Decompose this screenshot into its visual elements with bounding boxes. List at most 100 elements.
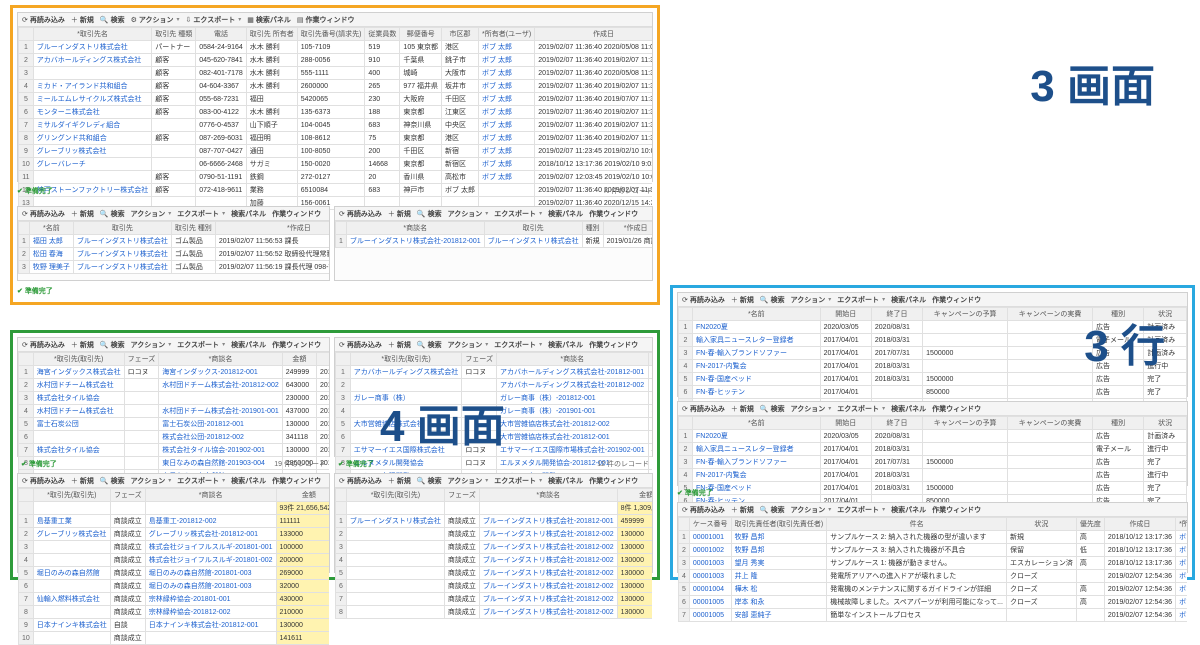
col-header[interactable]: 金額 [276,489,329,502]
col-header[interactable]: 従業員数 [365,28,400,41]
table-row[interactable]: 3商談成立株式会社ジョイフルスルギ-201801-0011000002018/0… [19,541,330,554]
col-header[interactable]: 件名 [827,518,1007,531]
search-btn[interactable]: 🔍 検索 [417,340,442,350]
table-row[interactable]: 6商談成立堀日のみの森自然館-201801-003320002019/01/02 [19,580,330,593]
col-header[interactable]: 種別 [582,222,603,235]
col-header[interactable]: *取引先(取引先) [33,489,110,502]
table-row[interactable]: 2輸入家具ニュースレター登録者2017/04/012018/03/31電子メール… [679,443,1187,456]
col-header[interactable] [19,28,34,41]
table-row[interactable]: 8商談成立宗林緑枠協会-201812-0022100002019/03/01 [19,606,330,619]
new-btn[interactable]: ＋ 新規 [388,209,411,219]
export-menu[interactable]: エクスポート [837,404,885,414]
new-btn[interactable]: ＋ 新規 [731,404,754,414]
action-menu[interactable]: ⚙ アクション [131,15,180,25]
win-btn[interactable]: 作業ウィンドウ [272,476,321,486]
reload-btn[interactable]: ⟳ 再読み込み [339,209,382,219]
table-row[interactable]: 600001005岸本 和永機械故障しました。スペアパーツが利用可能になって..… [679,596,1188,609]
col-header[interactable]: *取引先名 [33,28,151,41]
table-row[interactable]: 3顧客082-401-7178水木 勝利555-1111400城崎大阪市ボブ 太… [19,67,653,80]
col-header[interactable]: 種別 [1093,417,1144,430]
table-row[interactable]: 11顧客0790-51-1191鉄鋼272-012720香川県高松市ボブ 太郎2… [19,171,653,184]
reload-btn[interactable]: ⟳ 再読み込み [339,476,382,486]
col-header[interactable]: 終了日 [871,417,922,430]
table-row[interactable]: 8グリングンド共和組合顧客087-269-6031福田明108-861275東京… [19,132,653,145]
search-btn[interactable]: 🔍 検索 [760,404,785,414]
search-btn[interactable]: 🔍 検索 [760,295,785,305]
table-row[interactable]: 7商談成立ブルーインダストリ株式会社-201812-0021300002019/… [336,593,653,606]
col-header[interactable]: 取引先責任者(取引先責任者) [731,518,827,531]
table-row[interactable]: 5富士石炭公団富士石炭公団-201812-0011300002018/01/26 [19,418,330,431]
win-btn[interactable]: 作業ウィンドウ [589,340,638,350]
table-row[interactable]: 6株式会社公団-201812-0023411182019/03/15 [19,431,330,444]
table-row[interactable]: 4商談成立株式会社ジョイフルスルギ-201801-0022000002019/0… [19,554,330,567]
col-header[interactable]: *取引先(取引先) [346,489,444,502]
action-menu[interactable]: アクション [131,209,172,219]
panel-btn[interactable]: 検索パネル [231,340,266,350]
col-header[interactable] [336,353,351,366]
table-row[interactable]: 7株式会社タイル協会株式会社タイル協会-201902-0011300002019… [19,444,330,457]
search-btn[interactable]: 🔍 検索 [100,340,125,350]
table-row[interactable]: 4商談成立ブルーインダストリ株式会社-201812-0021300002019/… [336,554,653,567]
table-row[interactable]: 100001001牧野 昌邦サンプルケース 2: 納入された機器の型が違います新… [679,531,1188,544]
cases-grid[interactable]: ケース番号取引先責任者(取引先責任者)件名状況優先度作成日*所有者(Multip… [678,517,1187,622]
table-row[interactable]: 10商談成立1416112018/01/26 [19,632,330,645]
col-header[interactable]: 作成日 [1104,518,1175,531]
export-menu[interactable]: エクスポート [494,340,542,350]
panel-btn[interactable]: 検索パネル [231,209,266,219]
col-header[interactable]: 完了予定日 [317,353,329,366]
col-header[interactable]: 郵便番号 [400,28,442,41]
win-btn[interactable]: 作業ウィンドウ [932,505,981,515]
col-header[interactable]: ケース番号 [689,518,731,531]
action-menu[interactable]: アクション [131,340,172,350]
new-btn[interactable]: ＋ 新規 [71,340,94,350]
table-row[interactable]: 5商談成立ブルーインダストリ株式会社-201812-0021300002019/… [336,567,653,580]
table-row[interactable]: 2グレーブリッ株式会社商談成立グレーブリッ株式会社-201812-0011330… [19,528,330,541]
export-menu[interactable]: エクスポート [837,295,885,305]
table-row[interactable]: 93件 21,656,542円 [19,502,330,515]
col-header[interactable]: 取引先 [73,222,171,235]
reload-btn[interactable]: ⟳ 再読み込み [22,476,65,486]
table-row[interactable]: 400001003井上 隆発電所アリアへの進入ドアが壊れましたクローズ2019/… [679,570,1188,583]
new-btn[interactable]: ＋ 新規 [71,209,94,219]
action-menu[interactable]: アクション [791,295,832,305]
win-btn[interactable]: 作業ウィンドウ [932,404,981,414]
reload-btn[interactable]: ⟳ 再読み込み [22,209,65,219]
reload-btn[interactable]: ⟳ 再読み込み [22,340,65,350]
col-header[interactable]: 取引先 [484,222,582,235]
col-header[interactable]: *商談名 [145,489,276,502]
table-row[interactable]: 3商談成立ブルーインダストリ株式会社-201812-0021300002019/… [336,541,653,554]
col-header[interactable]: キャンペーンの実費 [1008,417,1093,430]
grid[interactable]: *取引先(取引先)フェーズ*商談名金額完了予定日8件 1,309,999円1ブル… [335,488,652,619]
col-header[interactable]: フェーズ [110,489,145,502]
table-row[interactable]: 200001002牧野 昌邦サンプルケース 3: 納入された機器が不具合保留低2… [679,544,1188,557]
panel-btn[interactable]: ▦ 検索パネル [247,15,291,25]
panel-btn[interactable]: 検索パネル [891,295,926,305]
table-row[interactable]: 8商談成立ブルーインダストリ株式会社-201812-0021300002019/… [336,606,653,619]
table-row[interactable]: 1島基重工業商談成立島基重工-201812-0021111112018/01/1… [19,515,330,528]
col-header[interactable] [679,308,693,321]
table-row[interactable]: 4FN-2017-内覧会2017/04/012018/03/31広告進行中 [679,469,1187,482]
col-header[interactable]: 開始日 [820,417,871,430]
col-header[interactable]: 終了日 [871,308,922,321]
panel-btn[interactable]: 検索パネル [891,404,926,414]
panel-btn[interactable]: 検索パネル [548,209,583,219]
win-btn[interactable]: 作業ウィンドウ [272,209,321,219]
col-header[interactable] [19,353,34,366]
search-btn[interactable]: 🔍 検索 [760,505,785,515]
export-menu[interactable]: エクスポート [494,476,542,486]
col-header[interactable]: フェーズ [124,353,159,366]
col-header[interactable]: 開始日 [820,308,871,321]
table-row[interactable]: 6FN-春-ヒッテン2017/04/01850000広告完了 [679,386,1187,399]
table-row[interactable]: 5ミールエムレサイクルズ株式会社顧客055-68-7231福田542006523… [19,93,653,106]
export-menu[interactable]: エクスポート [177,476,225,486]
col-header[interactable]: *所有者(Multiple) [1176,518,1187,531]
reload-btn[interactable]: ⟳ 再読み込み [682,404,725,414]
col-header[interactable]: 取引先 種別 [171,222,215,235]
reload-btn[interactable]: ⟳ 再読み込み [22,15,65,25]
col-header[interactable] [679,518,690,531]
search-btn[interactable]: 🔍 検索 [417,476,442,486]
col-header[interactable]: *作成日 [603,222,652,235]
col-header[interactable]: 取引先番号(請求先) [297,28,365,41]
table-row[interactable]: 1福田 太郎ブルーインダストリ株式会社ゴム製品2019/02/07 11:56:… [19,235,330,248]
table-row[interactable]: 1海宮インダックス株式会社ロコヌ海宮インダックス-201812-00124999… [19,366,330,379]
